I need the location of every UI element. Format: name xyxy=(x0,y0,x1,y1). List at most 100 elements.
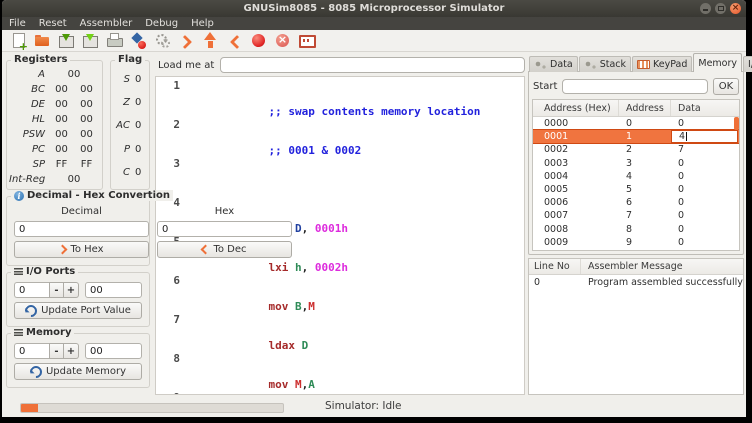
memory-value-input[interactable] xyxy=(85,343,142,359)
memory-cell-data[interactable]: 0 xyxy=(671,237,739,248)
menu-reset[interactable]: Reset xyxy=(39,18,67,29)
port-value-input[interactable] xyxy=(85,282,142,298)
memory-table-row[interactable]: 0002 2 7 xyxy=(533,143,739,156)
column-header-message[interactable]: Assembler Message xyxy=(581,261,743,272)
column-header-line-no[interactable]: Line No xyxy=(529,259,581,274)
memory-address-input[interactable] xyxy=(14,343,49,359)
to-dec-button[interactable]: To Dec xyxy=(157,241,292,258)
print-icon[interactable] xyxy=(106,32,124,50)
memory-table-row[interactable]: 0001 1 4 xyxy=(533,130,739,143)
run-icon[interactable] xyxy=(202,32,220,50)
memory-cell-address[interactable]: 1 xyxy=(619,131,671,142)
menu-file[interactable]: File xyxy=(9,18,26,29)
memory-cell-address[interactable]: 5 xyxy=(619,184,671,195)
memory-cell-address[interactable]: 7 xyxy=(619,210,671,221)
settings-gears-icon[interactable] xyxy=(154,32,172,50)
register-value-high[interactable]: 00 xyxy=(68,174,81,185)
step-over-icon[interactable] xyxy=(178,32,196,50)
register-value-high[interactable]: 00 xyxy=(55,129,68,140)
save-icon[interactable] xyxy=(58,32,76,50)
maximize-icon[interactable] xyxy=(715,3,726,14)
tab-keypad[interactable]: KeyPad xyxy=(632,56,692,72)
message-row[interactable]: 0 Program assembled successfully xyxy=(529,275,743,290)
column-header-address[interactable]: Address xyxy=(619,100,671,116)
breakpoint-icon[interactable] xyxy=(250,32,268,50)
register-value-low[interactable]: 00 xyxy=(80,84,93,95)
load-me-at-input[interactable] xyxy=(220,57,525,73)
memory-table-row[interactable]: 0006 6 0 xyxy=(533,196,739,209)
port-address-input[interactable] xyxy=(14,282,49,298)
memory-table-row[interactable]: 0000 0 0 xyxy=(533,117,739,130)
memory-cell-hex[interactable]: 0002 xyxy=(533,144,619,155)
memory-cell-data[interactable]: 0 xyxy=(671,118,739,129)
save-as-icon[interactable] xyxy=(82,32,100,50)
port-decrement-button[interactable]: - xyxy=(49,282,64,298)
close-icon[interactable] xyxy=(730,3,741,14)
flag-value[interactable]: 0 xyxy=(135,97,141,108)
column-header-data[interactable]: Data xyxy=(671,103,739,114)
hex-input[interactable] xyxy=(157,221,292,237)
register-value-low[interactable]: 00 xyxy=(80,144,93,155)
memory-cell-address[interactable]: 3 xyxy=(619,158,671,169)
memory-cell-data[interactable]: 0 xyxy=(671,210,739,221)
register-value-high[interactable]: 00 xyxy=(55,99,68,110)
memory-cell-hex[interactable]: 0004 xyxy=(533,171,619,182)
memory-decrement-button[interactable]: - xyxy=(49,343,64,359)
memory-cell-hex[interactable]: 0006 xyxy=(533,197,619,208)
register-value-low[interactable]: 00 xyxy=(80,99,93,110)
flag-value[interactable]: 0 xyxy=(135,144,141,155)
open-file-icon[interactable] xyxy=(34,32,52,50)
assemble-icon[interactable] xyxy=(130,32,148,50)
register-value-high[interactable]: 00 xyxy=(55,114,68,125)
minimize-icon[interactable] xyxy=(700,3,711,14)
memory-cell-hex[interactable]: 0000 xyxy=(533,118,619,129)
register-value-high[interactable]: 00 xyxy=(55,144,68,155)
register-value-low[interactable]: 00 xyxy=(80,129,93,140)
new-file-icon[interactable] xyxy=(10,32,28,50)
menu-help[interactable]: Help xyxy=(191,18,214,29)
register-value-low[interactable]: 00 xyxy=(80,114,93,125)
decimal-input[interactable] xyxy=(14,221,149,237)
memory-increment-button[interactable]: + xyxy=(64,343,79,359)
memory-cell-address[interactable]: 4 xyxy=(619,171,671,182)
memory-cell-data[interactable]: 0 xyxy=(671,158,739,169)
memory-cell-hex[interactable]: 0007 xyxy=(533,210,619,221)
memory-cell-hex[interactable]: 0003 xyxy=(533,158,619,169)
memory-table-row[interactable]: 0005 5 0 xyxy=(533,183,739,196)
update-memory-button[interactable]: Update Memory xyxy=(14,363,142,380)
port-increment-button[interactable]: + xyxy=(64,282,79,298)
memory-table-row[interactable]: 0009 9 0 xyxy=(533,236,739,249)
memory-cell-data[interactable]: 7 xyxy=(671,144,739,155)
step-back-icon[interactable] xyxy=(226,32,244,50)
memory-table-row[interactable]: 0003 3 0 xyxy=(533,157,739,170)
flag-value[interactable]: 0 xyxy=(135,167,141,178)
memory-cell-data[interactable]: 4 xyxy=(671,130,738,143)
flag-value[interactable]: 0 xyxy=(135,74,141,85)
memory-cell-address[interactable]: 0 xyxy=(619,118,671,129)
keypad-icon[interactable] xyxy=(298,32,316,50)
memory-cell-address[interactable]: 2 xyxy=(619,144,671,155)
memory-cell-hex[interactable]: 0008 xyxy=(533,224,619,235)
flag-value[interactable]: 0 xyxy=(135,120,141,131)
ok-button[interactable]: OK xyxy=(713,78,739,95)
to-hex-button[interactable]: To Hex xyxy=(14,241,149,258)
memory-cell-address[interactable]: 9 xyxy=(619,237,671,248)
tab-io-ports[interactable]: I/O Ports xyxy=(743,56,752,72)
memory-cell-data[interactable]: 0 xyxy=(671,197,739,208)
register-value-high[interactable]: FF xyxy=(56,159,68,170)
tab-memory[interactable]: Memory xyxy=(693,53,742,72)
tab-data[interactable]: Data xyxy=(529,56,578,72)
memory-cell-data[interactable]: 0 xyxy=(671,224,739,235)
register-value-high[interactable]: 00 xyxy=(55,84,68,95)
memory-table-row[interactable]: 0008 8 0 xyxy=(533,223,739,236)
update-port-value-button[interactable]: Update Port Value xyxy=(14,302,142,319)
tab-stack[interactable]: Stack xyxy=(579,56,631,72)
memory-table-row[interactable]: 0007 7 0 xyxy=(533,209,739,222)
menu-assembler[interactable]: Assembler xyxy=(80,18,133,29)
memory-cell-hex[interactable]: 0009 xyxy=(533,237,619,248)
register-value-low[interactable]: FF xyxy=(81,159,93,170)
memory-table-row[interactable]: 0004 4 0 xyxy=(533,170,739,183)
column-header-address-hex[interactable]: Address (Hex) xyxy=(533,100,619,116)
register-value-high[interactable]: 00 xyxy=(68,69,81,80)
memory-cell-address[interactable]: 8 xyxy=(619,224,671,235)
